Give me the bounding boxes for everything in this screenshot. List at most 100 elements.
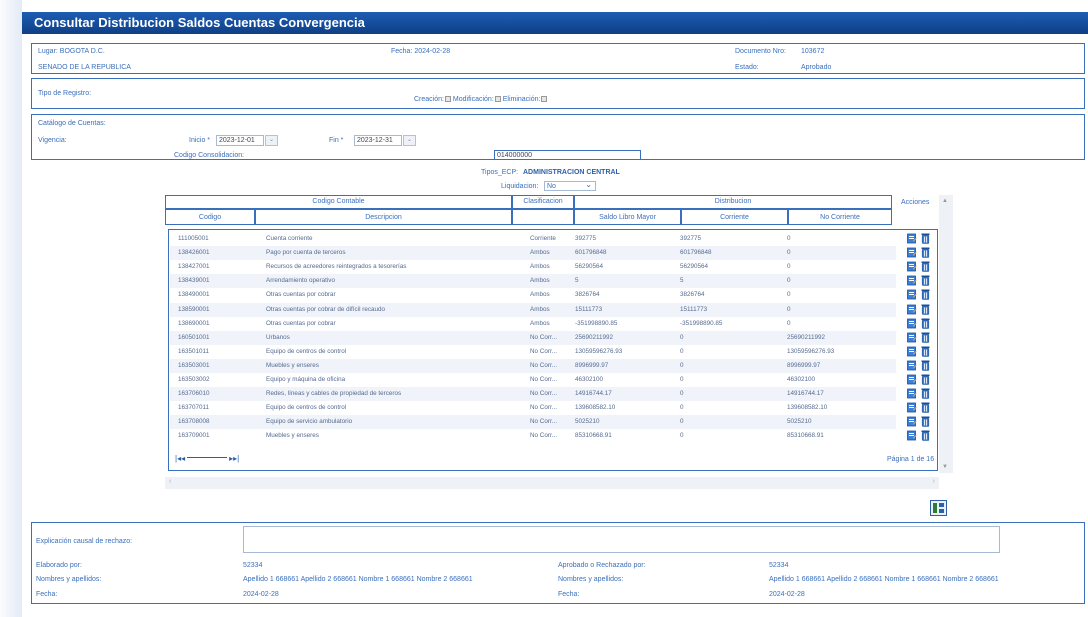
- table-row[interactable]: 163501011 Equipo de centros de control No …: [170, 345, 930, 359]
- grid-horizontal-scrollbar[interactable]: ‹ ›: [165, 477, 939, 489]
- export-excel-icon[interactable]: [930, 500, 947, 516]
- column-header-corriente[interactable]: Corriente: [681, 209, 788, 225]
- edit-icon[interactable]: [907, 261, 917, 272]
- cell-no-corriente: 0: [787, 319, 791, 327]
- fin-dropdown-button[interactable]: ⌄: [403, 135, 416, 146]
- table-row[interactable]: 111005001 Cuenta corriente Corriente 392775…: [170, 232, 930, 246]
- nombres-value: Apellido 1 668661 Apellido 2 668661 Nomb…: [243, 576, 473, 583]
- edit-icon[interactable]: [907, 416, 917, 427]
- table-row[interactable]: 138590001 Otras cuentas por cobrar de dif…: [170, 302, 930, 317]
- pager-slider[interactable]: [187, 457, 228, 458]
- cell-codigo: 163706010: [178, 390, 210, 398]
- table-row[interactable]: 163503002 Equipo y máquina de oficina No C…: [170, 373, 930, 387]
- trash-icon[interactable]: [921, 360, 931, 371]
- footer-panel: Explicación causal de rechazo: Elaborado…: [31, 522, 1085, 604]
- eliminacion-checkbox[interactable]: [541, 96, 548, 102]
- edit-icon[interactable]: [907, 289, 917, 300]
- column-header-no-corriente[interactable]: No Corriente: [788, 209, 892, 225]
- scroll-down-arrow-icon[interactable]: ▼: [942, 464, 948, 470]
- edit-icon[interactable]: [907, 275, 917, 286]
- edit-icon[interactable]: [907, 360, 917, 371]
- edit-icon[interactable]: [907, 247, 917, 258]
- trash-icon[interactable]: [921, 289, 931, 301]
- scroll-up-arrow-icon[interactable]: ▲: [942, 198, 948, 204]
- rechazo-textarea[interactable]: [243, 526, 1000, 553]
- table-row[interactable]: 138426001 Pago por cuenta de terceros Ambo…: [170, 246, 930, 261]
- trash-icon[interactable]: [921, 416, 931, 428]
- creacion-checkbox[interactable]: [444, 96, 451, 102]
- cell-descripcion: Redes, líneas y cables de propiedad de t…: [266, 390, 402, 398]
- table-row[interactable]: 160501001 Urbanos No Corr... 25690211992 0 25…: [170, 330, 930, 345]
- trash-icon[interactable]: [921, 430, 931, 442]
- modificacion-checkbox[interactable]: [494, 96, 501, 102]
- cell-clasificacion: No Corr...: [530, 404, 557, 412]
- liquidacion-select[interactable]: No ⌄: [544, 181, 596, 191]
- cell-corriente: 601796848: [680, 249, 712, 257]
- table-row[interactable]: 163706010 Redes, líneas y cables de propi…: [170, 387, 930, 402]
- table-row[interactable]: 138490001 Otras cuentas por cobrar Ambos 38…: [170, 288, 930, 302]
- trash-icon[interactable]: [921, 304, 931, 315]
- trash-icon[interactable]: [921, 388, 931, 399]
- column-header-codigo[interactable]: Codigo: [165, 209, 255, 225]
- last-page-icon[interactable]: ▸▸|: [229, 454, 239, 463]
- trash-icon[interactable]: [921, 247, 931, 258]
- table-row[interactable]: 138427001 Recursos de acreedores reintegr…: [170, 260, 930, 274]
- vigencia-label: Vigencia:: [38, 137, 67, 144]
- scroll-right-arrow-icon[interactable]: ›: [933, 478, 935, 485]
- trash-icon[interactable]: [921, 374, 931, 385]
- first-page-icon[interactable]: |◂◂: [175, 454, 185, 463]
- table-row[interactable]: 138439001 Arrendamiento operativo Ambos 5 5 0: [170, 274, 930, 289]
- tipo-registro-panel: Tipo de Registro: Creación: Modificación…: [31, 78, 1085, 109]
- edit-icon[interactable]: [907, 374, 917, 385]
- edit-icon[interactable]: [907, 430, 917, 441]
- elaborado-value: 52334: [243, 562, 263, 569]
- pager-controls[interactable]: |◂◂ ▸▸|: [175, 454, 239, 463]
- cell-saldo: 5: [575, 277, 579, 285]
- cell-corriente: -351998890.85: [680, 319, 723, 327]
- aprobado-value: 52334: [769, 562, 789, 569]
- cell-saldo: 5025210: [575, 418, 600, 426]
- grid-vertical-scrollbar[interactable]: ▲ ▼: [939, 195, 953, 473]
- edit-icon[interactable]: [907, 346, 917, 357]
- estado-value: Aprobado: [801, 64, 832, 71]
- cell-codigo: 163709001: [178, 432, 210, 440]
- edit-icon[interactable]: [907, 402, 917, 413]
- cell-codigo: 163503002: [178, 376, 210, 383]
- cell-descripcion: Muebles y enseres: [266, 432, 319, 440]
- fin-date-input[interactable]: 2023-12-31: [354, 135, 402, 146]
- column-header-descripcion[interactable]: Descripcion: [255, 209, 512, 225]
- column-header-clasificacion[interactable]: [512, 209, 574, 225]
- cell-corriente: 0: [680, 361, 684, 369]
- table-row[interactable]: 138690001 Otras cuentas por cobrar Ambos -3…: [170, 317, 930, 331]
- edit-icon[interactable]: [907, 318, 917, 329]
- edit-icon[interactable]: [907, 233, 917, 244]
- table-row[interactable]: 163707011 Equipo de centros de control No …: [170, 401, 930, 415]
- codigo-consolidacion-input[interactable]: 014000000: [494, 150, 641, 160]
- trash-icon[interactable]: [921, 261, 931, 272]
- trash-icon[interactable]: [921, 318, 931, 329]
- trash-icon[interactable]: [921, 275, 931, 287]
- scroll-left-arrow-icon[interactable]: ‹: [169, 478, 171, 485]
- cell-corriente: 0: [680, 404, 684, 412]
- table-row[interactable]: 163708008 Equipo de servicio ambulatorio N…: [170, 415, 930, 430]
- edit-icon[interactable]: [907, 304, 917, 315]
- cell-saldo: 3826764: [575, 291, 600, 299]
- trash-icon[interactable]: [921, 346, 931, 357]
- inicio-date-input[interactable]: 2023-12-01: [216, 135, 264, 146]
- inicio-dropdown-button[interactable]: ⌄: [265, 135, 278, 146]
- column-header-saldo[interactable]: Saldo Libro Mayor: [574, 209, 681, 225]
- table-row[interactable]: 163503001 Muebles y enseres No Corr... 8996…: [170, 358, 930, 373]
- cell-clasificacion: Ambos: [530, 263, 550, 271]
- cell-saldo: 15111773: [575, 305, 603, 313]
- cell-saldo: 85310668.91: [575, 432, 612, 440]
- cell-codigo: 163501011: [178, 347, 210, 355]
- edit-icon[interactable]: [907, 388, 917, 399]
- trash-icon[interactable]: [921, 402, 931, 413]
- table-row[interactable]: 163709001 Muebles y enseres No Corr... 8531…: [170, 429, 930, 443]
- edit-icon[interactable]: [907, 332, 917, 343]
- cell-corriente: 15111773: [680, 305, 708, 313]
- trash-icon[interactable]: [921, 233, 931, 244]
- trash-icon[interactable]: [921, 332, 931, 343]
- cell-codigo: 138690001: [178, 319, 210, 327]
- cell-corriente: 0: [680, 347, 684, 355]
